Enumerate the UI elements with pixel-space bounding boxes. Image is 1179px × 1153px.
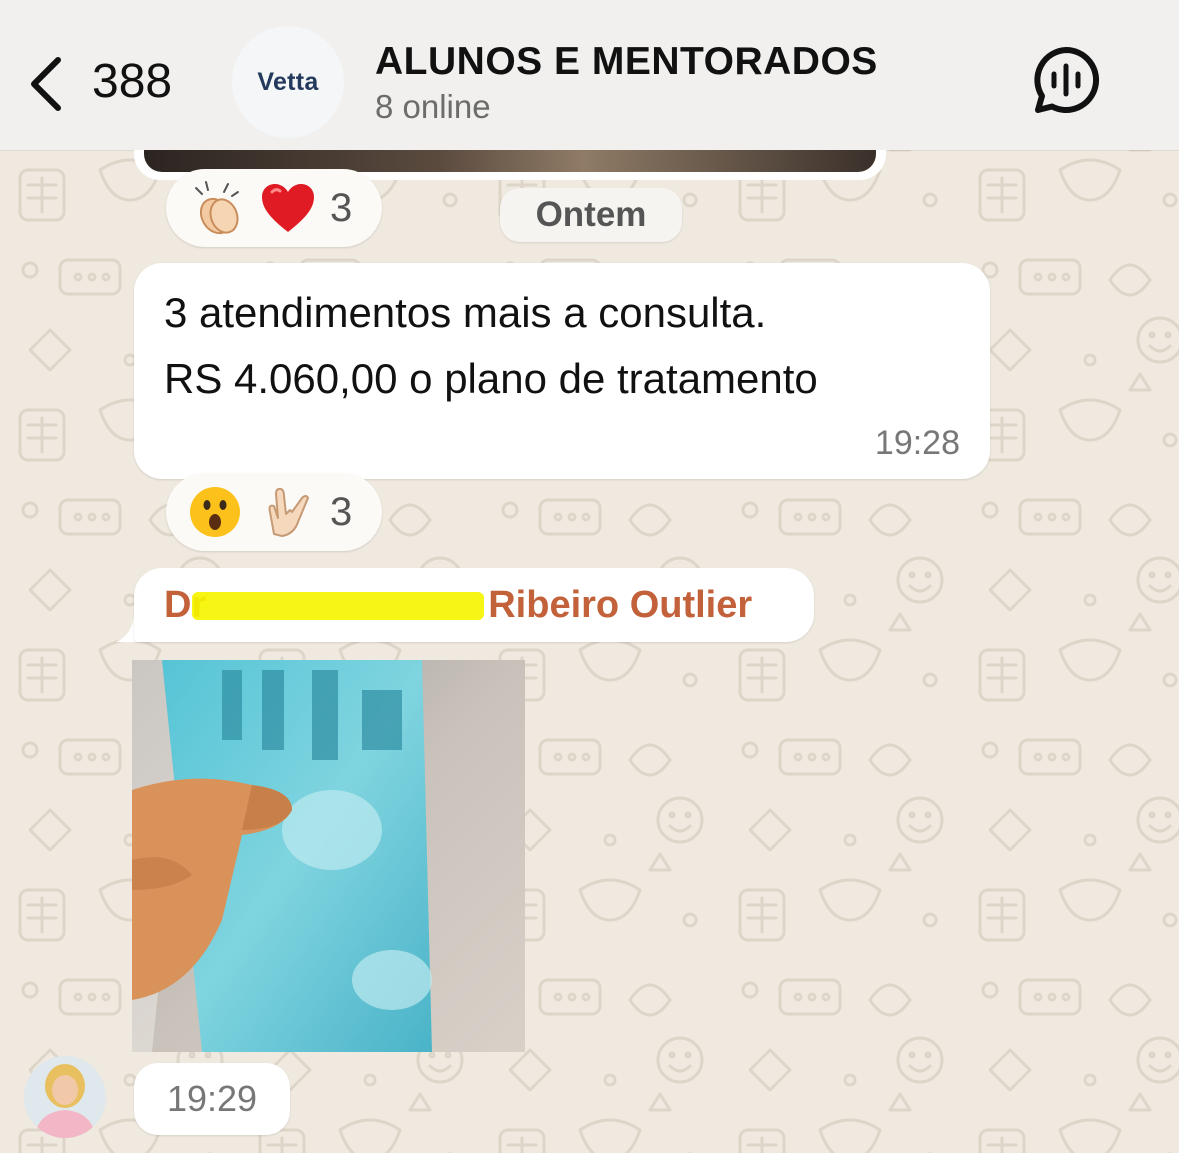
sender-header[interactable]: Dr Ribeiro Outlier <box>134 568 814 642</box>
voice-chat-icon <box>1034 46 1100 113</box>
date-separator: Ontem <box>500 188 682 242</box>
redaction-highlight <box>192 592 484 620</box>
sender-name-end: Ribeiro Outlier <box>488 584 753 626</box>
photo-time: 19:29 <box>134 1063 290 1135</box>
message-time: 19:28 <box>874 424 960 462</box>
love-you-hand-icon <box>268 487 309 537</box>
online-status: 8 online <box>375 88 491 125</box>
reaction-summary[interactable]: 3 <box>166 169 382 247</box>
sender-avatar[interactable] <box>24 1056 106 1138</box>
reaction-count: 3 <box>330 489 353 534</box>
message-text-line: 3 atendimentos mais a consulta. <box>164 289 767 336</box>
message-bubble[interactable]: 3 atendimentos mais a consulta. RS 4.060… <box>134 263 990 479</box>
unread-count: 388 <box>92 55 173 108</box>
photo-message[interactable] <box>132 660 525 1052</box>
clapping-hands-icon <box>195 181 239 235</box>
chat-header: 388 Vetta ALUNOS E MENTORADOS 8 online <box>0 0 1179 150</box>
back-button[interactable]: 388 <box>20 40 200 130</box>
sender-avatar-photo <box>24 1056 106 1138</box>
group-logo-text: Vetta <box>257 67 319 96</box>
group-name[interactable]: ALUNOS E MENTORADOS <box>375 40 878 84</box>
banknotes-photo <box>132 660 525 1052</box>
red-heart-icon <box>262 184 314 232</box>
chevron-left-icon <box>31 57 61 111</box>
voice-chat-button[interactable] <box>1030 44 1102 116</box>
message-text-line: RS 4.060,00 o plano de tratamento <box>164 355 818 402</box>
surprised-face-icon <box>190 487 240 537</box>
group-avatar[interactable]: Vetta <box>232 26 344 138</box>
reaction-count: 3 <box>330 185 353 230</box>
reaction-summary[interactable]: 3 <box>166 473 382 551</box>
